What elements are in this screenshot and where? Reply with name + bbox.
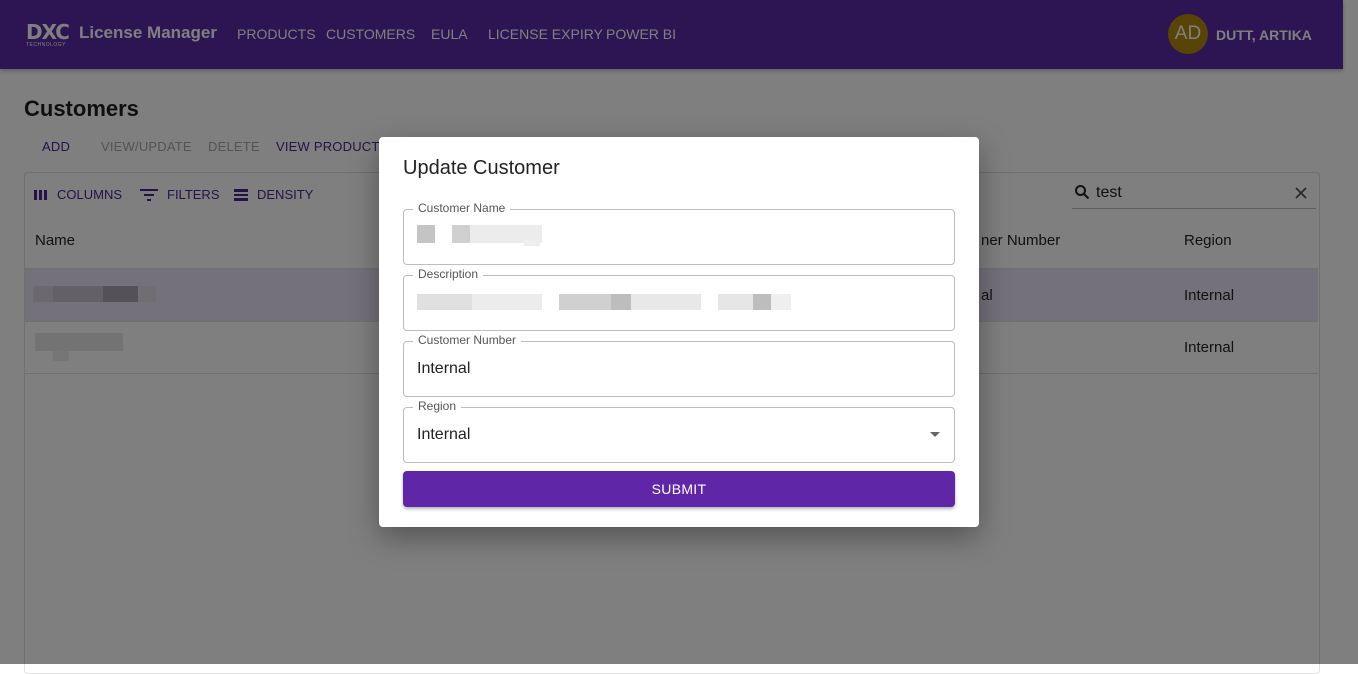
redacted-text [472, 294, 542, 310]
customer-number-value: Internal [417, 360, 471, 377]
description-label: Description [413, 267, 484, 281]
update-customer-dialog: Update Customer Customer Name Descriptio… [379, 137, 979, 527]
redacted-text [718, 294, 753, 310]
redacted-text [524, 240, 540, 246]
redacted-text [417, 294, 472, 310]
customer-number-label: Customer Number [413, 333, 522, 347]
redacted-text [559, 294, 611, 310]
customer-name-field[interactable]: Customer Name [403, 201, 955, 265]
chevron-down-icon[interactable] [930, 432, 940, 437]
redacted-text [771, 294, 791, 310]
submit-button[interactable]: SUBMIT [403, 471, 955, 507]
region-value: Internal [417, 426, 471, 443]
region-label: Region [413, 399, 462, 413]
customer-name-label: Customer Name [413, 201, 511, 215]
redacted-text [631, 294, 701, 310]
redacted-text [611, 294, 631, 310]
customer-number-field[interactable]: Customer Number Internal [403, 333, 955, 397]
redacted-text [417, 225, 435, 243]
redacted-text [753, 294, 771, 310]
dialog-title: Update Customer [403, 157, 560, 179]
description-field[interactable]: Description [403, 267, 955, 331]
region-select[interactable]: Region Internal [403, 399, 955, 463]
redacted-text [452, 225, 470, 243]
